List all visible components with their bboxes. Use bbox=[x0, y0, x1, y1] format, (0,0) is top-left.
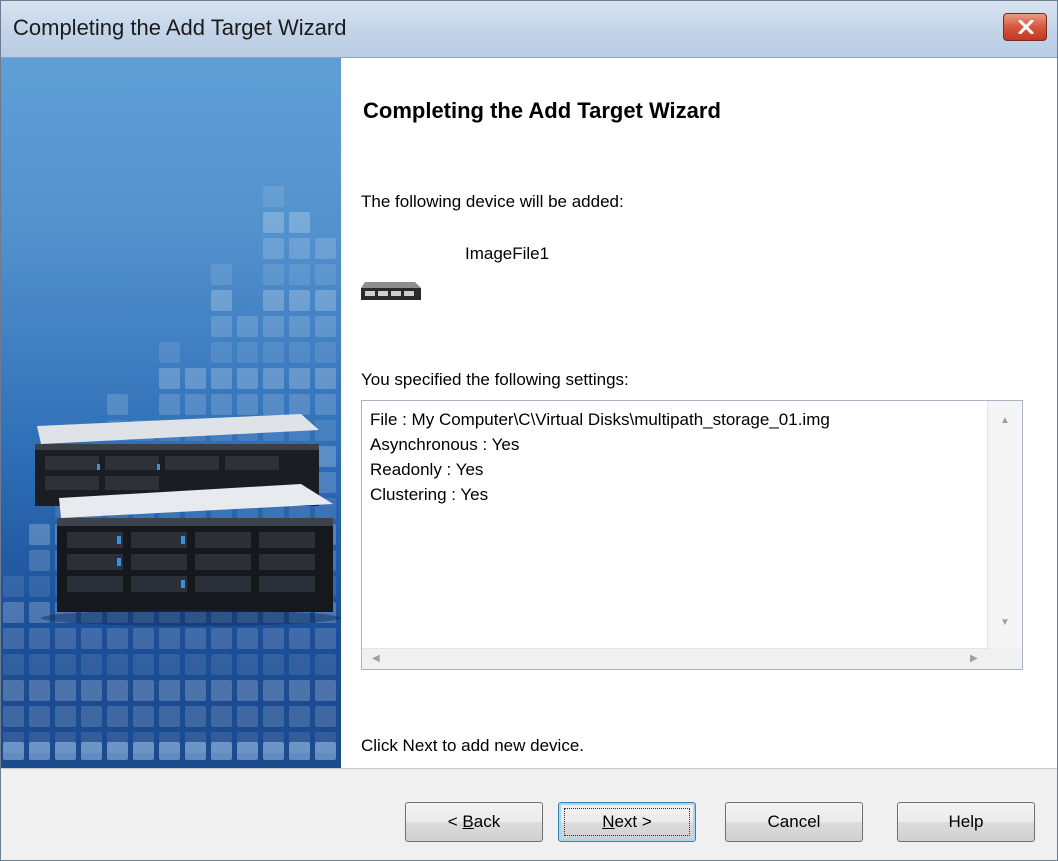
wizard-window: Completing the Add Target Wizard Complet… bbox=[0, 0, 1058, 861]
close-icon bbox=[1018, 20, 1034, 34]
scroll-right-icon[interactable]: ▶ bbox=[970, 653, 978, 664]
window-title: Completing the Add Target Wizard bbox=[13, 15, 347, 40]
horizontal-scrollbar[interactable]: ◀ ▶ bbox=[362, 648, 990, 669]
settings-intro-label: You specified the following settings: bbox=[361, 370, 629, 389]
page-heading: Completing the Add Target Wizard bbox=[363, 98, 721, 123]
instruction-text: Click Next to add new device. bbox=[361, 736, 584, 755]
server-rack-illustration bbox=[35, 414, 341, 626]
next-button[interactable]: Next > bbox=[558, 802, 696, 842]
settings-line-clustering: Clustering : Yes bbox=[370, 485, 489, 504]
button-bar: < Back Next > Cancel Help bbox=[1, 769, 1057, 860]
settings-line-async: Asynchronous : Yes bbox=[370, 435, 520, 454]
scroll-down-icon[interactable]: ▼ bbox=[1000, 617, 1010, 628]
help-button[interactable]: Help bbox=[897, 802, 1035, 842]
focus-rectangle bbox=[564, 808, 690, 836]
wizard-banner-image bbox=[1, 58, 341, 768]
settings-line-readonly: Readonly : Yes bbox=[370, 460, 484, 479]
wizard-content: Completing the Add Target Wizard The fol… bbox=[341, 58, 1057, 768]
scrollbar-corner bbox=[988, 649, 1022, 669]
device-intro-label: The following device will be added: bbox=[361, 192, 624, 211]
title-bar: Completing the Add Target Wizard bbox=[1, 1, 1057, 58]
scroll-up-icon[interactable]: ▲ bbox=[1000, 415, 1010, 426]
settings-line-file: File : My Computer\C\Virtual Disks\multi… bbox=[370, 410, 830, 429]
cancel-button[interactable]: Cancel bbox=[725, 802, 863, 842]
vertical-scrollbar[interactable]: ▲ ▼ bbox=[987, 401, 1022, 651]
settings-textbox[interactable]: File : My Computer\C\Virtual Disks\multi… bbox=[361, 400, 1023, 670]
back-button[interactable]: < Back bbox=[405, 802, 543, 842]
close-button[interactable] bbox=[1003, 13, 1047, 41]
settings-text: File : My Computer\C\Virtual Disks\multi… bbox=[370, 407, 830, 507]
scroll-left-icon[interactable]: ◀ bbox=[372, 653, 380, 664]
storage-device-icon bbox=[359, 278, 425, 309]
device-name: ImageFile1 bbox=[465, 244, 550, 263]
